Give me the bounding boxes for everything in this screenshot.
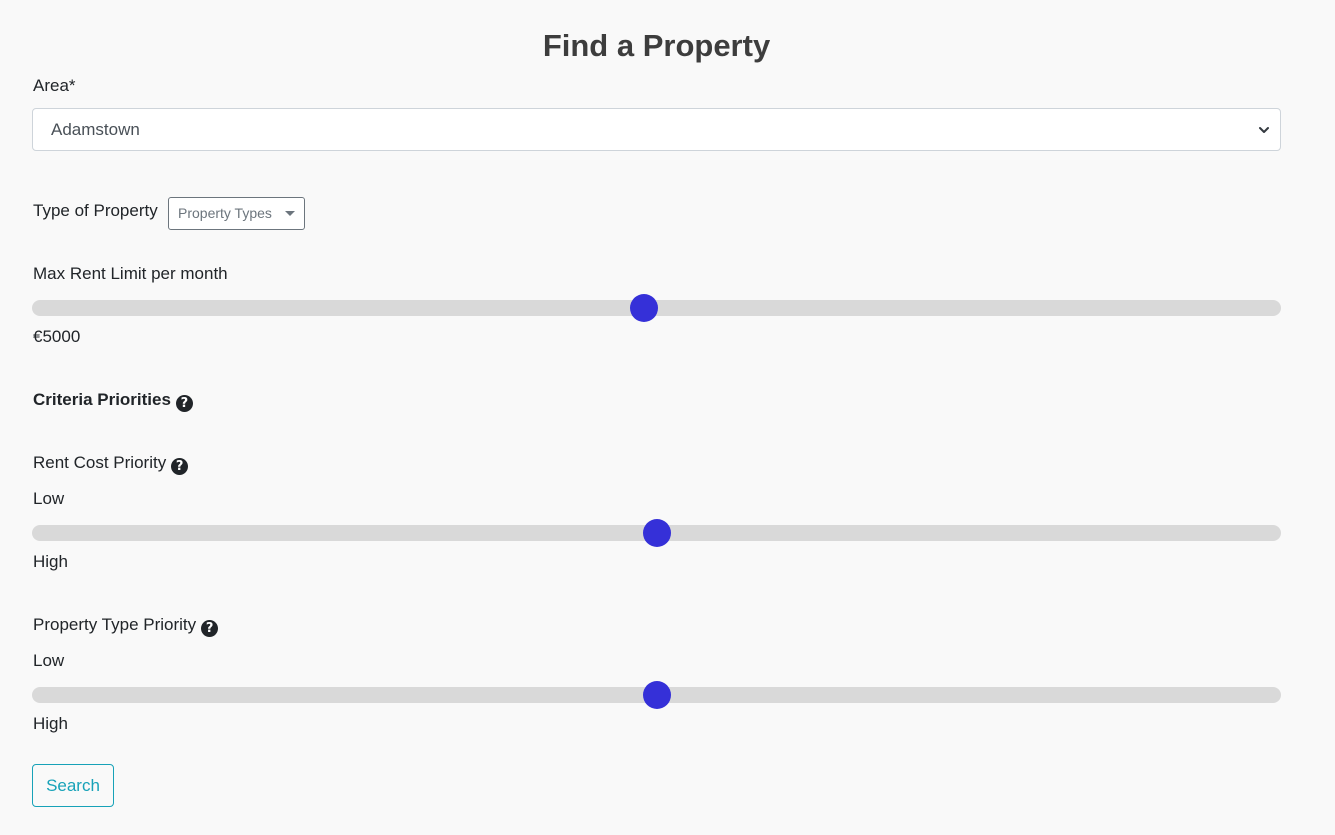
slider-thumb[interactable] [642, 681, 671, 709]
area-select[interactable]: Adamstown [32, 108, 1281, 151]
criteria-priorities-heading: Criteria Priorities? [33, 388, 193, 412]
rent-cost-priority-heading: Rent Cost Priority? [33, 451, 189, 475]
max-rent-label: Max Rent Limit per month [33, 264, 228, 283]
property-types-dropdown-label: Property Types [178, 205, 272, 221]
property-type-priority-slider[interactable] [32, 681, 1281, 709]
property-types-dropdown-button[interactable]: Property Types [168, 197, 305, 230]
area-label: Area* [33, 76, 76, 95]
max-rent-slider[interactable] [32, 294, 1281, 322]
slider-thumb[interactable] [630, 294, 659, 322]
rent-cost-priority-label: Rent Cost Priority [33, 453, 167, 472]
rent-cost-high-label: High [33, 552, 68, 571]
property-type-priority-heading: Property Type Priority? [33, 613, 219, 637]
chevron-down-icon [1259, 127, 1269, 133]
caret-down-icon [285, 211, 295, 216]
criteria-priorities-label: Criteria Priorities [33, 390, 171, 409]
page-title: Find a Property [542, 28, 771, 63]
max-rent-value: €5000 [33, 327, 81, 346]
find-property-page: Find a Property Area* Adamstown Type of … [0, 0, 1335, 835]
rent-cost-priority-slider[interactable] [32, 519, 1281, 547]
question-circle-icon[interactable]: ? [175, 395, 193, 412]
area-selected-value: Adamstown [51, 120, 140, 139]
property-type-high-label: High [33, 714, 68, 733]
slider-thumb[interactable] [642, 519, 671, 547]
search-button[interactable]: Search [32, 764, 114, 807]
question-circle-icon[interactable]: ? [171, 458, 189, 475]
property-type-label: Type of Property [33, 201, 158, 220]
rent-cost-low-label: Low [33, 489, 65, 508]
question-circle-icon[interactable]: ? [201, 620, 219, 637]
property-type-priority-label: Property Type Priority [33, 615, 197, 634]
property-type-low-label: Low [33, 651, 65, 670]
